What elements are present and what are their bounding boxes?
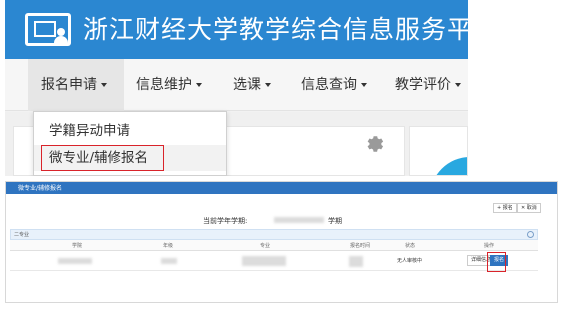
bottom-screenshot: 微专业/辅修报名 + 报名 ✕ 取消 当前学年学期: 学期 二专业 学院 年级 … — [5, 181, 558, 303]
current-term-label: 当前学年学期: — [203, 217, 248, 225]
table-header: 学院 年级 专业 报名时间 状态 操作 — [10, 240, 538, 251]
column-header: 状态 — [405, 243, 416, 249]
page-titlebar: 微专业/辅修报名 — [6, 182, 557, 194]
collapse-toggle-icon[interactable] — [527, 231, 534, 238]
nav-item-info-maintenance[interactable]: 信息维护 — [136, 59, 202, 111]
enroll-highlight-box — [487, 252, 506, 272]
caret-down-icon — [196, 83, 202, 87]
caret-down-icon — [101, 83, 107, 87]
column-header: 操作 — [484, 243, 495, 249]
register-button[interactable]: + 报名 — [493, 203, 517, 213]
nav-item-info-query[interactable]: 信息查询 — [301, 59, 367, 111]
site-title: 浙江财经大学教学综合信息服务平台 — [83, 15, 468, 44]
classroom-screen-icon — [25, 13, 71, 46]
nav-item-registration[interactable]: 报名申请 — [28, 59, 124, 111]
section-header: 二专业 — [10, 229, 538, 240]
menu-item-micro-major-registration[interactable]: 微专业/辅修报名 — [34, 145, 226, 171]
highlight-box — [41, 145, 164, 171]
gear-icon[interactable] — [365, 133, 387, 155]
caret-down-icon — [361, 83, 367, 87]
top-screenshot: 浙江财经大学教学综合信息服务平台 报名申请 信息维护 选课 信息查询 教学评价 … — [5, 0, 468, 176]
section-title: 二专业 — [14, 232, 30, 238]
side-panel — [409, 126, 468, 176]
term-value-redacted — [274, 217, 324, 223]
column-header: 专业 — [260, 243, 271, 249]
menu-item-status-change[interactable]: 学籍异动申请 — [34, 118, 226, 144]
site-header: 浙江财经大学教学综合信息服务平台 — [5, 0, 468, 59]
term-suffix: 学期 — [328, 217, 342, 225]
table-row: 无人审核中 详细信息 报名 — [10, 251, 538, 271]
college-redacted — [58, 258, 92, 264]
caret-down-icon — [455, 83, 461, 87]
column-header: 年级 — [163, 243, 174, 249]
cancel-button[interactable]: ✕ 取消 — [517, 203, 541, 213]
column-header: 学院 — [72, 243, 83, 249]
status-text: 无人审核中 — [397, 258, 423, 264]
main-navbar: 报名申请 信息维护 选课 信息查询 教学评价 — [5, 59, 468, 111]
registration-dropdown-menu: 学籍异动申请 微专业/辅修报名 — [33, 111, 227, 176]
time-redacted — [349, 256, 363, 267]
nav-item-teaching-evaluation[interactable]: 教学评价 — [395, 59, 461, 111]
caret-down-icon — [265, 83, 271, 87]
column-header: 报名时间 — [350, 243, 371, 249]
nav-item-course-selection[interactable]: 选课 — [233, 59, 271, 111]
page-title: 微专业/辅修报名 — [18, 185, 63, 192]
grade-redacted — [161, 258, 177, 264]
major-redacted — [242, 256, 286, 266]
